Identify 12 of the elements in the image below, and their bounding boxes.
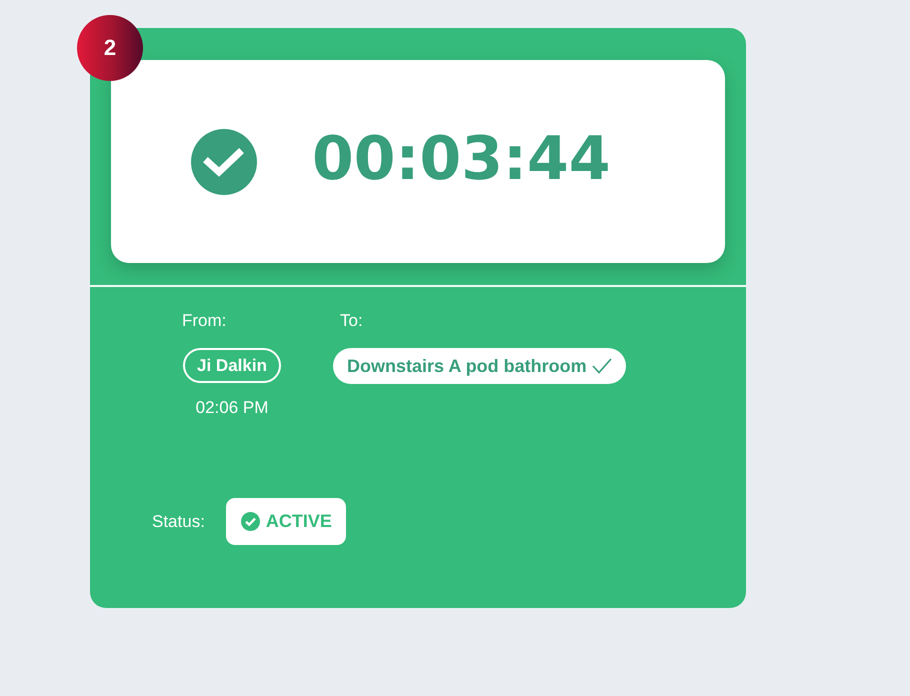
person-name-tag: Ji Dalkin — [183, 348, 281, 383]
check-circle-icon — [191, 128, 257, 194]
check-icon — [592, 358, 612, 374]
from-label: From: — [182, 311, 226, 331]
step-number-badge: 2 — [77, 15, 143, 81]
status-value: ACTIVE — [266, 511, 332, 532]
to-label: To: — [340, 311, 363, 331]
check-circle-icon — [240, 512, 260, 531]
location-name: Downstairs A pod bathroom — [347, 356, 587, 376]
status-label: Status: — [152, 512, 205, 532]
elapsed-time: 00:03:44 — [312, 128, 610, 188]
departure-time: 02:06 PM — [196, 398, 268, 418]
